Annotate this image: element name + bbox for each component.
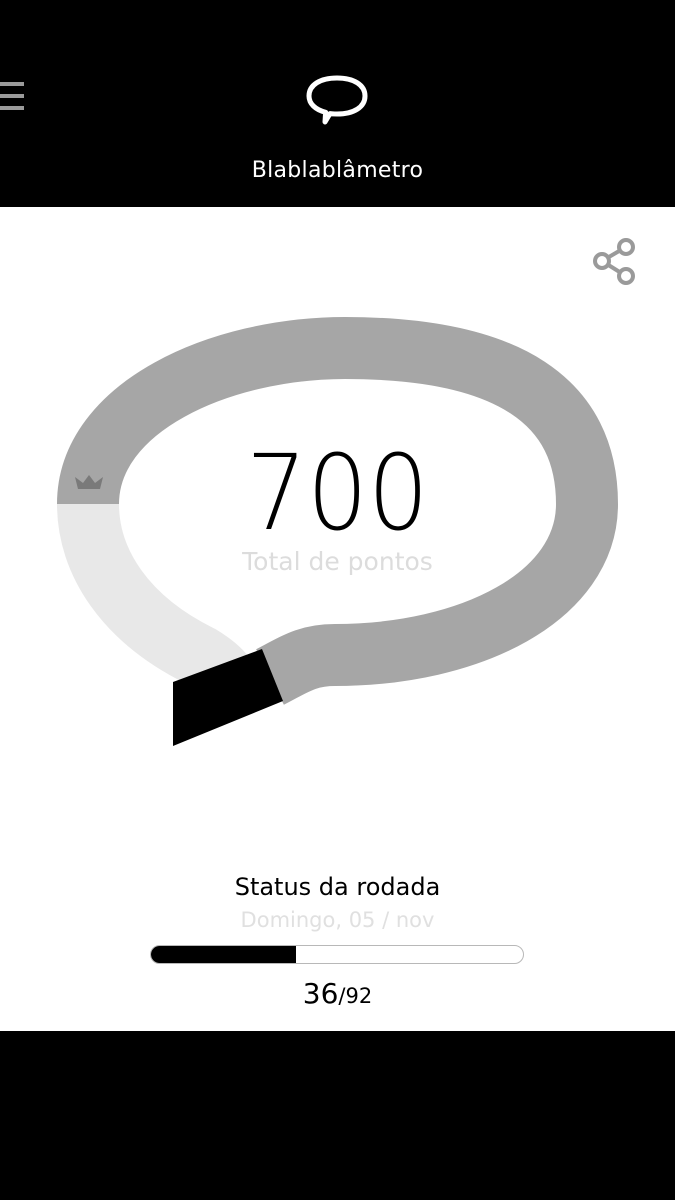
- main-content: 700 Total de pontos Status da rodada Dom…: [0, 207, 675, 1031]
- round-status-date: Domingo, 05 / nov: [240, 908, 435, 932]
- round-progress-bar: [150, 945, 524, 964]
- menu-line: [0, 106, 24, 110]
- menu-line: [0, 94, 24, 98]
- total-points-label: Total de pontos: [242, 547, 433, 576]
- round-progress-fill: [151, 946, 297, 963]
- menu-line: [0, 82, 24, 86]
- app-title: Blablablâmetro: [251, 158, 424, 183]
- app-header: Blablablâmetro: [0, 0, 675, 207]
- round-progress-current: 36: [302, 977, 339, 1010]
- round-progress-count: 36/92: [0, 977, 675, 1010]
- total-points-value: 700: [246, 432, 429, 554]
- menu-button[interactable]: [0, 80, 26, 114]
- speech-bubble-icon: [306, 75, 368, 125]
- bottom-bar: [0, 1031, 675, 1200]
- round-status-title: Status da rodada: [234, 873, 441, 901]
- round-progress-total: /92: [338, 984, 373, 1008]
